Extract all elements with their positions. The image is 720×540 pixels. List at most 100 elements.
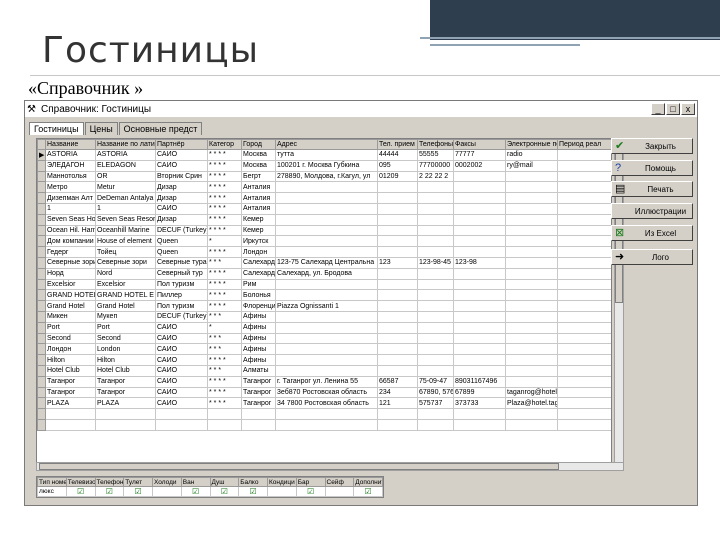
table-cell[interactable]: Северные зори: [95, 256, 156, 269]
table-cell[interactable]: * * * *: [207, 202, 242, 215]
column-header[interactable]: Тел. прием: [377, 139, 418, 150]
features-column-header[interactable]: Кондици: [267, 477, 297, 487]
table-cell[interactable]: [377, 354, 418, 366]
close-button[interactable]: ✔ Закрыть: [611, 138, 693, 154]
table-row[interactable]: GRAND HOTEL GRAND HOTEL E Пиллер * * * * Бол…: [37, 289, 611, 302]
table-cell[interactable]: 575737: [417, 397, 454, 410]
table-cell[interactable]: 1: [95, 202, 156, 215]
table-cell[interactable]: [417, 235, 454, 248]
table-cell[interactable]: * * * *: [207, 159, 242, 172]
table-cell[interactable]: * * * *: [207, 278, 242, 291]
column-header[interactable]: Период реал: [557, 139, 611, 150]
table-cell[interactable]: [557, 224, 611, 237]
minimize-button[interactable]: _: [651, 103, 665, 115]
table-cell[interactable]: [453, 332, 506, 345]
table-cell[interactable]: ЭЛЕДАГОН: [45, 159, 96, 172]
table-cell[interactable]: [557, 159, 611, 172]
table-cell[interactable]: [275, 310, 378, 323]
table-cell[interactable]: [557, 386, 611, 399]
table-row[interactable]: Дом компании House of element Queen * Иркутс…: [37, 235, 611, 248]
table-cell[interactable]: Grand Hotel: [95, 300, 156, 312]
column-header[interactable]: Адрес: [275, 139, 378, 150]
table-cell[interactable]: [453, 235, 506, 248]
table-cell[interactable]: Флоренция: [241, 300, 276, 312]
feature-checkbox[interactable]: ☑: [209, 486, 240, 497]
table-cell[interactable]: Салехард: [241, 267, 276, 280]
table-row[interactable]: Метро Metur Дизар * * * * Анталия: [37, 181, 611, 194]
table-cell[interactable]: Еxcelsior: [45, 278, 96, 291]
table-row[interactable]: Лондон London САИО * * * Афины: [37, 343, 611, 356]
table-cell[interactable]: Пол туризм: [155, 278, 208, 291]
table-cell[interactable]: Port: [95, 321, 156, 334]
feature-checkbox[interactable]: [152, 486, 182, 497]
table-cell[interactable]: Салехард: [241, 256, 276, 269]
feature-checkbox[interactable]: [267, 486, 297, 497]
table-cell[interactable]: [557, 235, 611, 248]
table-cell[interactable]: САИО: [155, 159, 208, 172]
feature-checkbox[interactable]: ☑: [65, 486, 96, 497]
row-indicator[interactable]: [37, 375, 46, 388]
row-indicator[interactable]: [37, 267, 46, 280]
tab-hotels[interactable]: Гостиницы: [29, 122, 84, 135]
row-indicator[interactable]: [37, 310, 46, 323]
table-cell[interactable]: Афины: [241, 354, 276, 366]
logo-button[interactable]: ➜ Лого: [611, 249, 693, 265]
table-cell[interactable]: Салехард, ул. Бродова: [275, 267, 378, 280]
import-excel-button[interactable]: ⊠ Из Excel: [611, 225, 693, 241]
table-cell[interactable]: Port: [45, 321, 96, 334]
table-cell[interactable]: САИО: [155, 149, 208, 161]
table-cell[interactable]: САИО: [155, 354, 208, 366]
table-cell[interactable]: [377, 181, 418, 194]
table-cell[interactable]: Вторник Срин: [155, 170, 208, 183]
features-column-header[interactable]: Телефон: [94, 477, 125, 487]
table-cell[interactable]: Кемер: [241, 213, 276, 226]
table-cell[interactable]: 278890, Молдова, г.Кагул, ул: [275, 170, 378, 183]
table-cell[interactable]: Hotel Club: [95, 364, 156, 377]
table-cell[interactable]: * * * *: [207, 289, 242, 302]
table-cell[interactable]: [505, 278, 558, 291]
table-cell[interactable]: [505, 256, 558, 269]
table-cell[interactable]: Дизар: [155, 192, 208, 204]
table-cell[interactable]: 55555: [417, 149, 454, 161]
table-cell[interactable]: [275, 343, 378, 356]
table-cell[interactable]: Микен: [45, 310, 96, 323]
table-cell[interactable]: [505, 235, 558, 248]
table-cell[interactable]: [377, 202, 418, 215]
table-cell[interactable]: * * * *: [207, 224, 242, 237]
table-cell[interactable]: * * *: [207, 310, 242, 323]
table-cell[interactable]: [377, 310, 418, 323]
features-column-header[interactable]: Телевизо: [65, 477, 96, 487]
table-cell[interactable]: [505, 354, 558, 366]
table-cell[interactable]: [417, 364, 454, 377]
row-indicator[interactable]: [37, 321, 46, 334]
feature-checkbox[interactable]: ☑: [180, 486, 211, 497]
table-cell[interactable]: DeDeman Antalya H: [95, 192, 156, 204]
room-type-cell[interactable]: люкс: [37, 486, 67, 497]
table-cell[interactable]: * * * *: [207, 300, 242, 312]
table-cell[interactable]: [417, 213, 454, 226]
column-header[interactable]: Категор: [207, 139, 242, 150]
table-cell[interactable]: [275, 354, 378, 366]
table-cell[interactable]: 100201 г. Москва Губкина: [275, 159, 378, 172]
close-button[interactable]: x: [681, 103, 695, 115]
table-cell[interactable]: Second: [95, 332, 156, 345]
table-row[interactable]: Северные зори Северные зори Северные тура *…: [37, 256, 611, 269]
table-cell[interactable]: Excelsior: [95, 278, 156, 291]
table-row[interactable]: Grand Hotel Grand Hotel Пол туризм * * * * Ф…: [37, 300, 611, 312]
table-row[interactable]: Таганрог Таганрог САИО * * * * Таганрог 3еб87…: [37, 386, 611, 399]
table-cell[interactable]: [377, 224, 418, 237]
table-cell[interactable]: Таганрог: [95, 386, 156, 399]
feature-checkbox[interactable]: [324, 486, 355, 497]
tab-representatives[interactable]: Основные предст: [118, 122, 203, 135]
table-cell[interactable]: САИО: [155, 386, 208, 399]
table-cell[interactable]: САИО: [155, 364, 208, 377]
row-indicator[interactable]: [37, 213, 46, 226]
row-indicator[interactable]: [37, 159, 46, 172]
table-cell[interactable]: САИО: [155, 343, 208, 356]
table-cell[interactable]: [417, 289, 454, 302]
table-cell[interactable]: Афины: [241, 343, 276, 356]
table-cell[interactable]: Анталия: [241, 202, 276, 215]
table-cell[interactable]: 121: [377, 397, 418, 410]
horizontal-scrollbar[interactable]: [36, 462, 624, 471]
table-cell[interactable]: [505, 192, 558, 204]
